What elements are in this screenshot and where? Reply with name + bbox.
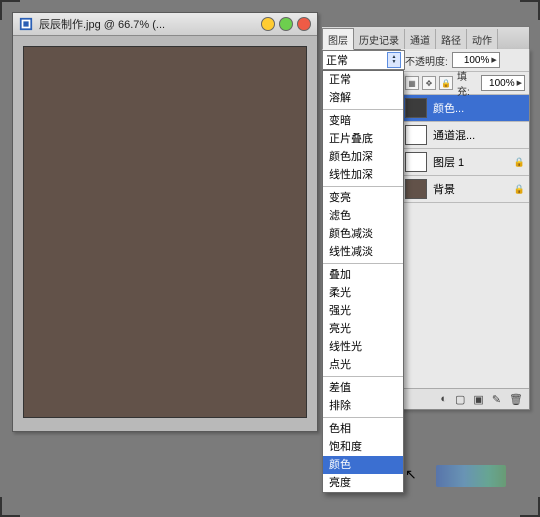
menu-item[interactable]: 线性加深 [323, 166, 403, 184]
menu-separator [323, 109, 403, 110]
tab-history[interactable]: 历史记录 [354, 29, 405, 49]
footer-icon[interactable]: ▢ [455, 393, 465, 406]
menu-item[interactable]: 溶解 [323, 89, 403, 107]
menu-separator [323, 186, 403, 187]
crop-mark-bl [0, 497, 20, 517]
layer-thumbnail [405, 125, 427, 145]
app-icon [19, 17, 33, 31]
menu-item[interactable]: 亮度 [323, 474, 403, 492]
canvas[interactable] [23, 46, 307, 418]
layer-name: 背景 [433, 181, 455, 197]
menu-item[interactable]: 变暗 [323, 112, 403, 130]
menu-separator [323, 263, 403, 264]
footer-icon[interactable]: ✎ [492, 393, 501, 406]
layer-name: 通道混... [433, 127, 475, 143]
menu-item[interactable]: 正片叠底 [323, 130, 403, 148]
layer-item[interactable]: 颜色... [401, 95, 529, 122]
menu-item[interactable]: 颜色减淡 [323, 225, 403, 243]
menu-item[interactable]: 正常 [323, 71, 403, 89]
blend-mode-dropdown[interactable]: 正常 ▲▼ [322, 50, 405, 70]
footer-icon[interactable]: ◐ [440, 393, 447, 405]
layer-list[interactable]: 颜色... 通道混... 图层 1 🔒 背景 🔒 [401, 95, 529, 203]
menu-item[interactable]: 柔光 [323, 284, 403, 302]
menu-item[interactable]: 颜色 [323, 456, 403, 474]
window-controls[interactable] [261, 17, 311, 31]
panel-footer: ◐ ▢ ▣ ✎ 🗑 [401, 388, 529, 409]
layers-panel: 不透明度: 100%▶ ▦ ✥ 🔒 填充: 100%▶ 颜色... 通道混... 图… [400, 49, 530, 410]
blend-mode-menu[interactable]: 正常溶解变暗正片叠底颜色加深线性加深变亮滤色颜色减淡线性减淡叠加柔光强光亮光线性… [322, 70, 404, 493]
menu-item[interactable]: 排除 [323, 397, 403, 415]
decorative-gradient [436, 465, 506, 487]
menu-item[interactable]: 强光 [323, 302, 403, 320]
menu-item[interactable]: 饱和度 [323, 438, 403, 456]
menu-item[interactable]: 叠加 [323, 266, 403, 284]
tab-actions[interactable]: 动作 [467, 29, 498, 49]
layer-name: 图层 1 [433, 154, 464, 170]
menu-item[interactable]: 变亮 [323, 189, 403, 207]
lock-icon: 🔒 [514, 184, 525, 195]
opacity-field[interactable]: 100%▶ [452, 52, 500, 68]
blend-mode-current: 正常 [326, 52, 348, 68]
layer-thumbnail [405, 179, 427, 199]
opacity-label: 不透明度: [405, 53, 448, 68]
stepper-icon[interactable]: ▲▼ [387, 52, 401, 68]
layer-name: 颜色... [433, 100, 464, 116]
document-title: 辰辰制作.jpg @ 66.7% (... [39, 16, 255, 32]
lock-icon: 🔒 [514, 157, 525, 168]
crop-mark-br [520, 497, 540, 517]
layer-thumbnail [405, 98, 427, 118]
layer-item[interactable]: 图层 1 🔒 [401, 149, 529, 176]
lock-position-icon[interactable]: ✥ [422, 76, 436, 90]
lock-row: ▦ ✥ 🔒 填充: 100%▶ [401, 72, 529, 95]
menu-item[interactable]: 色相 [323, 420, 403, 438]
lock-pixels-icon[interactable]: ▦ [405, 76, 419, 90]
menu-item[interactable]: 点光 [323, 356, 403, 374]
layer-thumbnail [405, 152, 427, 172]
menu-item[interactable]: 线性光 [323, 338, 403, 356]
minimize-button[interactable] [261, 17, 275, 31]
lock-icons[interactable]: ▦ ✥ 🔒 [405, 76, 453, 90]
menu-separator [323, 417, 403, 418]
menu-item[interactable]: 滤色 [323, 207, 403, 225]
tab-channels[interactable]: 通道 [405, 29, 436, 49]
close-button[interactable] [297, 17, 311, 31]
document-titlebar[interactable]: 辰辰制作.jpg @ 66.7% (... [13, 13, 317, 36]
document-window: 辰辰制作.jpg @ 66.7% (... [12, 12, 318, 432]
menu-item[interactable]: 亮光 [323, 320, 403, 338]
zoom-button[interactable] [279, 17, 293, 31]
menu-item[interactable]: 线性减淡 [323, 243, 403, 261]
footer-icon[interactable]: ▣ [473, 393, 483, 406]
tab-layers[interactable]: 图层 [322, 28, 354, 50]
menu-item[interactable]: 差值 [323, 379, 403, 397]
cursor-icon: ↖ [405, 466, 417, 483]
menu-item[interactable]: 颜色加深 [323, 148, 403, 166]
fill-label: 填充: [457, 68, 477, 98]
layer-item[interactable]: 背景 🔒 [401, 176, 529, 203]
lock-all-icon[interactable]: 🔒 [439, 76, 453, 90]
layer-item[interactable]: 通道混... [401, 122, 529, 149]
tab-paths[interactable]: 路径 [436, 29, 467, 49]
crop-mark-tr [520, 0, 540, 20]
panel-tabs[interactable]: 图层 历史记录 通道 路径 动作 [322, 26, 530, 50]
menu-separator [323, 376, 403, 377]
footer-icon[interactable]: 🗑 [509, 393, 523, 406]
fill-field[interactable]: 100%▶ [481, 75, 525, 91]
